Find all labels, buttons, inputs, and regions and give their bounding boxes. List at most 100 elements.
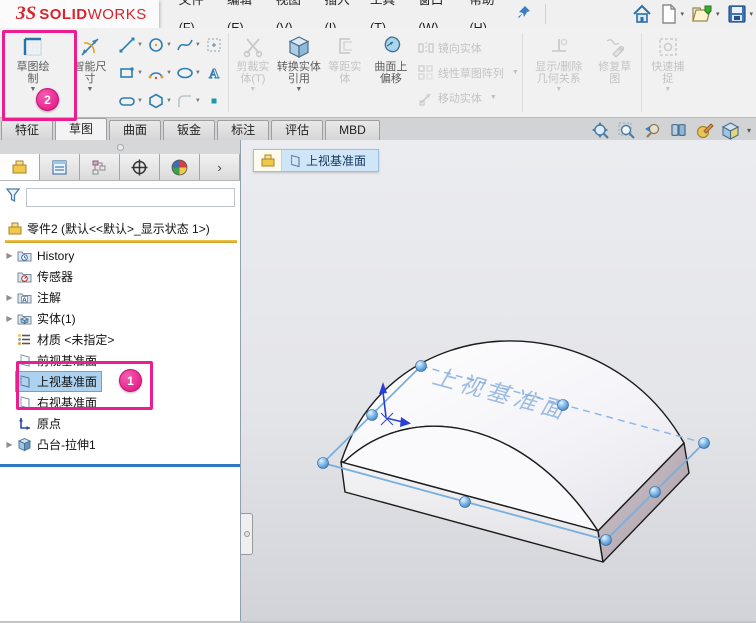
tree-item-right-plane[interactable]: 右视基准面 — [0, 392, 240, 413]
tree-item-history[interactable]: ▶ History — [0, 245, 240, 266]
trim-dropdown[interactable]: ▼ — [249, 86, 256, 93]
move-entities-dropdown[interactable]: ▼ — [490, 94, 497, 101]
relations-dropdown[interactable]: ▼ — [555, 86, 562, 93]
surface-offset-label: 曲面上偏移 — [374, 61, 408, 85]
expand-arrow-icon[interactable]: ▶ — [3, 251, 16, 260]
plane-handle[interactable] — [698, 437, 710, 449]
edit-appearance-icon[interactable] — [695, 121, 714, 140]
new-document-dropdown[interactable]: ▾ — [680, 10, 684, 18]
pin-icon[interactable] — [517, 5, 531, 24]
save-icon[interactable]: ▾ — [724, 2, 756, 26]
linear-pattern-button[interactable]: 线性草图阵列 ▼ — [416, 60, 519, 85]
repair-sketch-button[interactable]: 修复草图 — [592, 28, 638, 117]
open-dropdown[interactable]: ▾ — [716, 10, 720, 18]
tab-mbd[interactable]: MBD — [325, 120, 380, 140]
tab-features[interactable]: 特征 — [1, 120, 54, 140]
slot-icon[interactable]: ▼ — [116, 92, 145, 110]
tree-filter-input[interactable] — [26, 187, 235, 207]
panel-splitter[interactable] — [0, 140, 240, 154]
expand-arrow-icon[interactable]: ▶ — [3, 293, 16, 302]
dimxpertmanager-tab[interactable] — [120, 154, 160, 180]
plane-handle[interactable] — [415, 360, 427, 372]
offset-entities-button[interactable]: 等距实体 — [324, 28, 366, 117]
featuremanager-tab[interactable] — [0, 154, 40, 180]
plane-handle[interactable] — [366, 409, 378, 421]
breadcrumb-plane-segment[interactable]: 上视基准面 — [282, 150, 379, 171]
tree-root-part[interactable]: 零件2 (默认<<默认>_显示状态 1>) — [0, 218, 240, 239]
surface-offset-button[interactable]: 曲面上偏移 — [366, 28, 416, 117]
svg-text:A: A — [22, 297, 27, 304]
view-orientation-icon[interactable] — [721, 121, 740, 140]
previous-view-icon[interactable] — [643, 121, 662, 140]
section-view-icon[interactable] — [669, 121, 688, 140]
plane-handle[interactable] — [600, 534, 612, 546]
linear-pattern-dropdown[interactable]: ▼ — [512, 69, 519, 76]
sketch-dropdown[interactable]: ▼ — [30, 86, 37, 93]
plane-handle[interactable] — [557, 399, 569, 411]
repair-sketch-icon — [603, 33, 627, 60]
ribbon-separator — [227, 33, 229, 112]
mirror-entities-label: 镜向实体 — [437, 42, 482, 55]
mirror-entities-button[interactable]: 镜向实体 — [416, 35, 519, 60]
display-delete-relations-button[interactable]: 显示/删除几何关系 ▼ — [526, 28, 592, 117]
graphics-viewport[interactable]: 上视基准面 上视基准面 — [241, 140, 756, 623]
plane-handle[interactable] — [649, 486, 661, 498]
new-document-icon[interactable]: ▾ — [657, 2, 687, 26]
view-orientation-dropdown[interactable]: ▾ — [747, 126, 751, 135]
polygon-icon[interactable]: ▼ — [145, 92, 174, 110]
tab-sketch[interactable]: 草图 — [55, 118, 108, 140]
3d-scene[interactable]: 上视基准面 — [241, 140, 756, 623]
smart-dimension-dropdown[interactable]: ▼ — [87, 86, 94, 93]
ellipse-icon[interactable]: ▼ — [174, 64, 203, 82]
expand-arrow-icon[interactable]: ▶ — [3, 440, 16, 449]
tab-evaluate[interactable]: 评估 — [271, 120, 324, 140]
sensors-label: 传感器 — [37, 270, 74, 284]
plane-handle[interactable] — [317, 457, 329, 469]
spline-icon[interactable]: ▼ — [174, 36, 203, 54]
right-plane-label: 右视基准面 — [37, 396, 98, 410]
arc-icon[interactable]: ▼ — [145, 64, 174, 82]
convert-entities-button[interactable]: 转换实体引用 ▼ — [274, 28, 324, 117]
convert-dropdown[interactable]: ▼ — [295, 86, 302, 93]
open-icon[interactable]: ▾ — [689, 2, 723, 26]
tree-item-origin[interactable]: 原点 — [0, 413, 240, 434]
zoom-to-fit-icon[interactable] — [591, 121, 610, 140]
plane-handle[interactable] — [459, 496, 471, 508]
tree-item-boss-extrude[interactable]: ▶ 凸台-拉伸1 — [0, 434, 240, 455]
breadcrumb-part-icon[interactable] — [254, 150, 282, 171]
tab-markup[interactable]: 标注 — [217, 120, 270, 140]
panel-tab-expand-chevron[interactable]: › — [200, 154, 240, 180]
quick-snaps-button[interactable]: 快速捕捉 ▼ — [645, 28, 691, 117]
expand-arrow-icon[interactable]: ▶ — [3, 314, 16, 323]
tree-item-sensors[interactable]: 传感器 — [0, 266, 240, 287]
circle-icon[interactable]: ▼ — [145, 36, 174, 54]
select-region-icon[interactable] — [203, 36, 225, 54]
propertymanager-tab[interactable] — [40, 154, 80, 180]
tree-item-annotations[interactable]: ▶ A 注解 — [0, 287, 240, 308]
boss-extrude-solid[interactable] — [340, 340, 690, 563]
displaymanager-tab[interactable] — [160, 154, 200, 180]
selected-item-highlight[interactable]: 上视基准面 — [14, 371, 103, 392]
rollback-bar[interactable] — [0, 464, 240, 467]
text-icon[interactable]: A — [203, 64, 225, 83]
tab-sheet-metal[interactable]: 钣金 — [163, 120, 216, 140]
save-dropdown[interactable]: ▾ — [749, 10, 753, 18]
solidworks-window: ЗS SOLID WORKS 文件(F) 编辑(E) 视图(V) 插入(I) 工… — [0, 0, 756, 623]
quick-snaps-dropdown[interactable]: ▼ — [664, 86, 671, 93]
fillet-icon[interactable]: ▼ — [174, 92, 203, 110]
tab-surfaces[interactable]: 曲面 — [109, 120, 162, 140]
trim-entities-button[interactable]: 剪裁实体(T) ▼ — [232, 28, 274, 117]
tree-item-material[interactable]: 材质 <未指定> — [0, 329, 240, 350]
smart-dimension-button[interactable]: 智能尺寸 ▼ — [64, 28, 116, 117]
rectangle-icon[interactable]: ▼ — [116, 64, 145, 82]
configurationmanager-tab[interactable] — [80, 154, 120, 180]
tree-item-solid-bodies[interactable]: ▶ 实体(1) — [0, 308, 240, 329]
zoom-to-area-icon[interactable] — [617, 121, 636, 140]
home-icon[interactable] — [629, 2, 655, 26]
move-entities-label: 移动实体 — [437, 92, 482, 105]
move-entities-button[interactable]: 移动实体 ▼ — [416, 85, 519, 110]
tree-item-front-plane[interactable]: 前视基准面 — [0, 350, 240, 371]
point-icon[interactable] — [203, 92, 225, 110]
panel-collapse-handle[interactable] — [241, 513, 253, 555]
line-icon[interactable]: ▼ — [116, 36, 145, 54]
